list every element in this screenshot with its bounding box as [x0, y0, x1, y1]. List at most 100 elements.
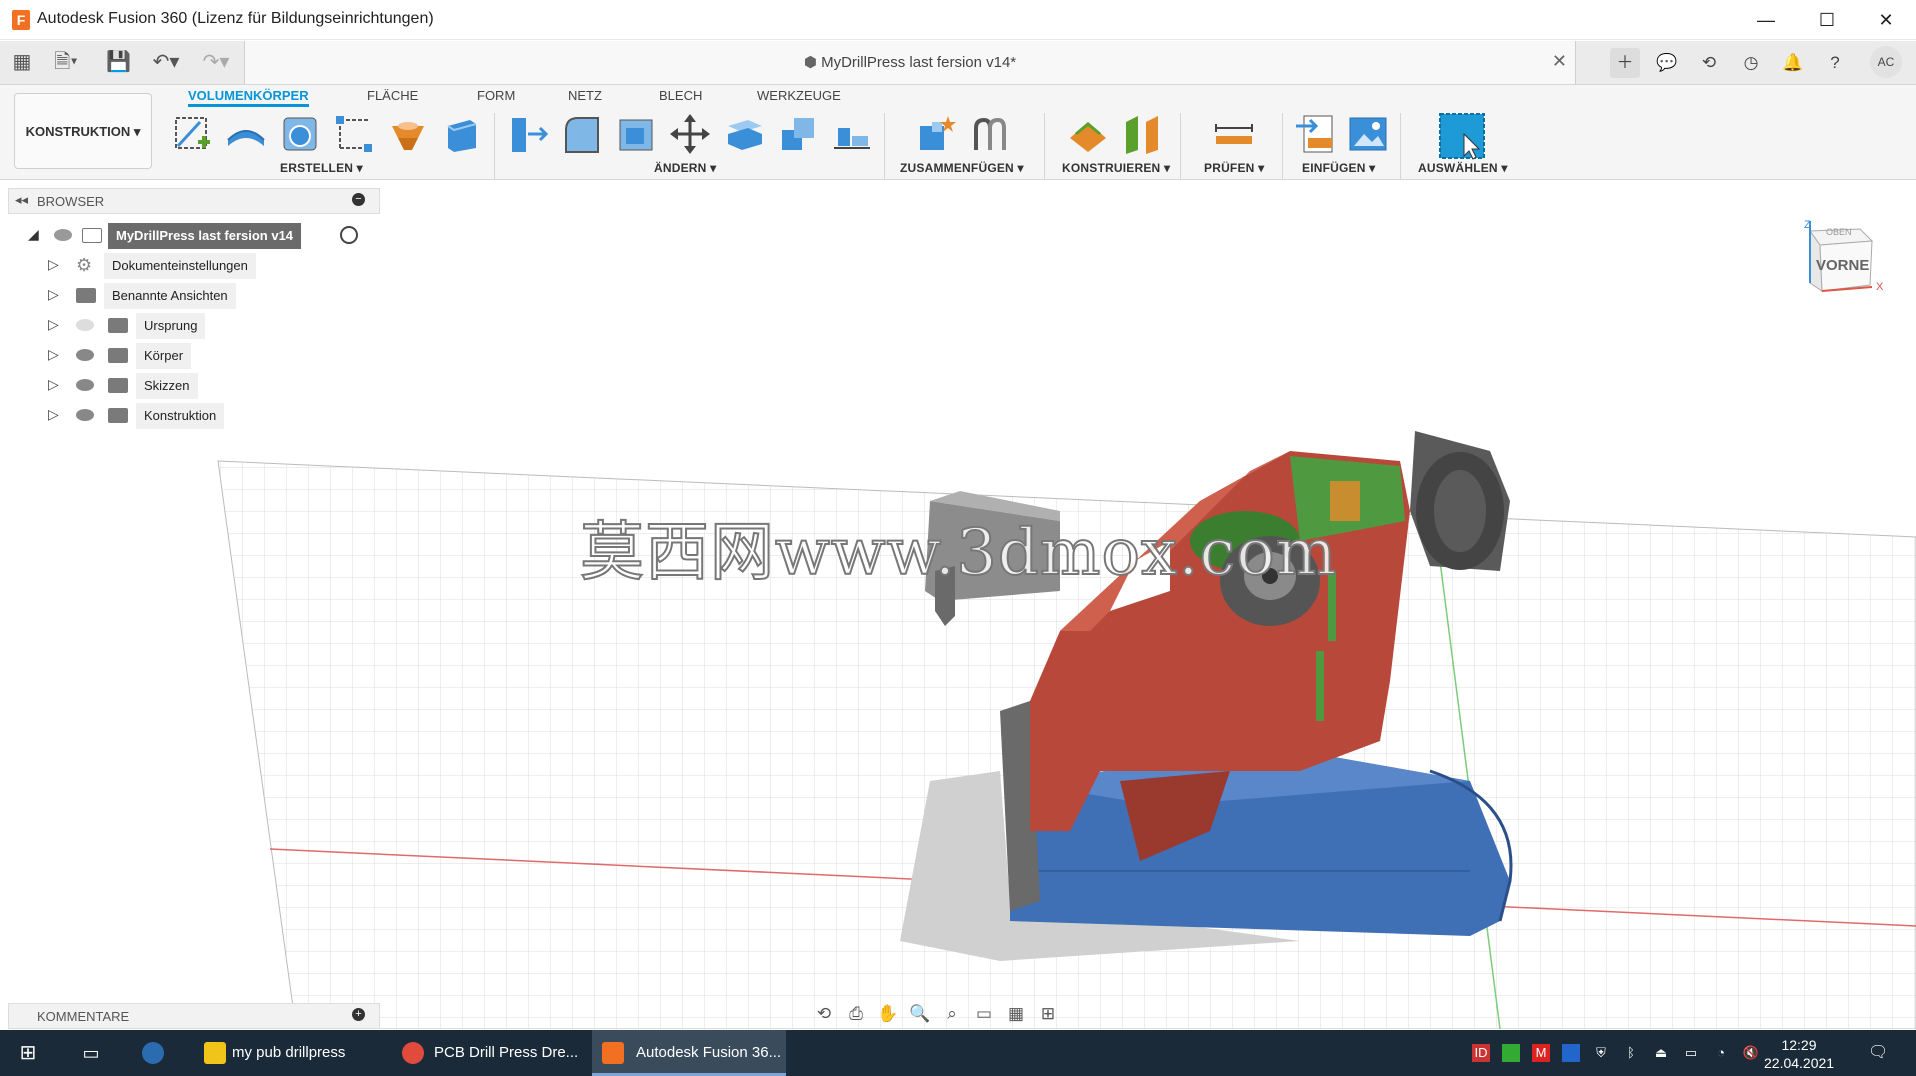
tray-app-icon[interactable]: ID	[1472, 1044, 1490, 1062]
expand-arrow-icon[interactable]: ▷	[48, 316, 59, 333]
help-icon[interactable]: ?	[1820, 48, 1850, 78]
tray-shield-icon[interactable]	[1562, 1044, 1580, 1062]
revolve-icon[interactable]	[278, 112, 322, 156]
viewports-icon[interactable]: ⊞	[1032, 1004, 1064, 1024]
add-comment-icon[interactable]: +	[352, 1008, 365, 1021]
box-icon[interactable]	[440, 112, 484, 156]
visibility-eye-off-icon[interactable]	[76, 319, 94, 331]
move-icon[interactable]	[668, 112, 712, 156]
visibility-eye-icon[interactable]	[76, 349, 94, 361]
group-aendern[interactable]: ÄNDERN ▾	[654, 161, 716, 175]
taskbar-explorer[interactable]: my pub drillpress	[196, 1030, 392, 1076]
task-view-icon[interactable]: ▭	[68, 1030, 114, 1076]
fillet-icon[interactable]	[560, 112, 604, 156]
windows-start-icon[interactable]: ⊞	[0, 1030, 56, 1076]
tray-usb-icon[interactable]: ⏏	[1652, 1044, 1670, 1062]
tab-werkzeuge[interactable]: WERKZEUGE	[757, 85, 841, 107]
taskbar-clock[interactable]: 12:29 22.04.2021	[1764, 1036, 1834, 1072]
browser-node-skizzen[interactable]: ▷ Skizzen	[48, 373, 348, 399]
pan-hand-icon[interactable]: ✋	[872, 1004, 904, 1024]
browser-minimize-icon[interactable]: −	[352, 193, 365, 206]
browser-node-label[interactable]: Benannte Ansichten	[104, 283, 236, 309]
group-einfuegen[interactable]: EINFÜGEN ▾	[1302, 161, 1375, 175]
group-erstellen[interactable]: ERSTELLEN ▾	[280, 161, 363, 175]
file-menu-icon[interactable]: 🗎▾	[48, 49, 84, 75]
maximize-button[interactable]: ☐	[1807, 6, 1847, 34]
expand-arrow-icon[interactable]: ▷	[48, 346, 59, 363]
press-pull-icon[interactable]	[506, 112, 550, 156]
browser-node-label[interactable]: Dokumenteinstellungen	[104, 253, 256, 279]
browser-panel-header[interactable]: ◂◂ BROWSER −	[8, 188, 380, 214]
group-pruefen[interactable]: PRÜFEN ▾	[1204, 161, 1264, 175]
browser-node-label[interactable]: Skizzen	[136, 373, 198, 399]
grid-settings-icon[interactable]: ▦	[1000, 1004, 1032, 1024]
comments-panel-header[interactable]: KOMMENTARE +	[8, 1003, 380, 1029]
tray-mail-icon[interactable]: M	[1532, 1044, 1550, 1062]
zoom-icon[interactable]: 🔍	[904, 1004, 936, 1024]
bluetooth-icon[interactable]: ᛒ	[1622, 1044, 1640, 1062]
new-component-icon[interactable]	[914, 112, 958, 156]
select-icon[interactable]	[1438, 112, 1488, 162]
browser-node-benannte-ansichten[interactable]: ▷ Benannte Ansichten	[48, 283, 348, 309]
activate-radio-icon[interactable]	[340, 226, 358, 244]
new-tab-plus-icon[interactable]: ＋	[1610, 48, 1640, 78]
align-icon[interactable]	[830, 112, 874, 156]
collapse-triangle-icon[interactable]: ◢	[28, 226, 39, 243]
measure-icon[interactable]	[1212, 112, 1256, 156]
redo-icon[interactable]: ↷▾	[196, 49, 236, 75]
create-sketch-icon[interactable]	[170, 112, 214, 156]
tab-flaeche[interactable]: FLÄCHE	[367, 85, 418, 107]
job-status-icon[interactable]: 💬	[1652, 48, 1682, 78]
sweep-icon[interactable]	[332, 112, 376, 156]
close-window-button[interactable]: ✕	[1866, 6, 1906, 34]
browser-root-node[interactable]: ◢ MyDrillPress last fersion v14	[28, 223, 368, 249]
tab-blech[interactable]: BLECH	[659, 85, 702, 107]
tab-netz[interactable]: NETZ	[568, 85, 602, 107]
group-auswaehlen[interactable]: AUSWÄHLEN ▾	[1418, 161, 1508, 175]
notifications-bell-icon[interactable]: 🔔	[1778, 48, 1808, 78]
offset-plane-icon[interactable]	[1066, 112, 1110, 156]
close-document-button[interactable]: ✕	[1552, 51, 1567, 72]
expand-arrow-icon[interactable]: ▷	[48, 256, 59, 273]
visibility-eye-icon[interactable]	[76, 379, 94, 391]
notification-center-icon[interactable]: 🗨	[1868, 1044, 1888, 1062]
wifi-icon[interactable]: ◔	[1712, 1044, 1730, 1062]
shell-icon[interactable]	[614, 112, 658, 156]
browser-node-label[interactable]: Konstruktion	[136, 403, 225, 429]
expand-arrow-icon[interactable]: ▷	[48, 406, 59, 423]
browser-node-konstruktion[interactable]: ▷ Konstruktion	[48, 403, 348, 429]
midplane-icon[interactable]	[1120, 112, 1164, 156]
undo-icon[interactable]: ↶▾	[146, 49, 186, 75]
joint-icon[interactable]	[968, 112, 1012, 156]
hole-icon[interactable]	[386, 112, 430, 156]
browser-node-ursprung[interactable]: ▷ Ursprung	[48, 313, 348, 339]
visibility-eye-icon[interactable]	[76, 409, 94, 421]
workspace-switcher-button[interactable]: KONSTRUKTION ▾	[14, 93, 152, 169]
battery-icon[interactable]: ▭	[1682, 1044, 1700, 1062]
browser-node-koerper[interactable]: ▷ Körper	[48, 343, 348, 369]
split-body-icon[interactable]	[722, 112, 766, 156]
browser-app-icon[interactable]	[130, 1030, 176, 1076]
save-icon[interactable]: 💾	[106, 49, 131, 75]
look-at-icon[interactable]: ⎙	[840, 1004, 872, 1024]
fit-icon[interactable]: ⌕	[936, 1004, 968, 1024]
group-zusammenfuegen[interactable]: ZUSAMMENFÜGEN ▾	[900, 161, 1024, 175]
insert-canvas-icon[interactable]	[1346, 112, 1390, 156]
browser-node-label[interactable]: Körper	[136, 343, 192, 369]
display-settings-icon[interactable]: ▭	[968, 1004, 1000, 1024]
tray-nvidia-icon[interactable]	[1502, 1044, 1520, 1062]
document-tab[interactable]: ⬢ MyDrillPress last fersion v14* ✕	[244, 41, 1576, 84]
taskbar-fusion[interactable]: Autodesk Fusion 36...	[592, 1030, 786, 1076]
expand-arrow-icon[interactable]: ▷	[48, 376, 59, 393]
group-konstruieren[interactable]: KONSTRUIEREN ▾	[1062, 161, 1170, 175]
user-avatar[interactable]: AC	[1870, 46, 1902, 78]
combine-icon[interactable]	[776, 112, 820, 156]
tab-form[interactable]: FORM	[477, 85, 515, 107]
viewcube[interactable]: OBEN VORNE Z X	[1800, 219, 1883, 301]
volume-muted-icon[interactable]: 🔇	[1742, 1044, 1760, 1062]
insert-svg-icon[interactable]	[1294, 112, 1338, 156]
tray-security-icon[interactable]: ⛨	[1592, 1044, 1610, 1062]
collapse-panel-icon[interactable]: ◂◂	[15, 192, 28, 208]
data-panel-grid-icon[interactable]: ▦	[10, 49, 34, 75]
tab-volumenkoerper[interactable]: VOLUMENKÖRPER	[188, 85, 309, 107]
